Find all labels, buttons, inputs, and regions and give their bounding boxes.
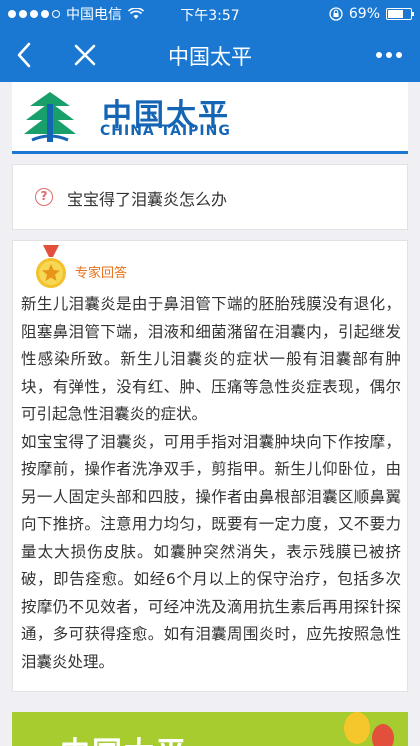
answer-card: 专家回答 新生儿泪囊炎是由于鼻泪管下端的胚胎残膜没有退化，阻塞鼻泪管下端，泪液和…	[12, 240, 408, 692]
logo-header: 中国太平 CHINA TAIPING	[12, 82, 408, 154]
battery-percent: 69%	[348, 6, 380, 22]
status-bar: 中国电信 下午3:57 69%	[0, 0, 420, 28]
banner-text: 中国太平	[60, 728, 188, 746]
balloon-icon	[372, 724, 394, 746]
expert-answer-label: 专家回答	[75, 266, 128, 281]
question-icon: ?	[35, 188, 53, 206]
nav-bar: 中国太平	[0, 28, 420, 82]
balloon-icon	[344, 712, 370, 744]
more-dots-icon[interactable]	[376, 52, 402, 58]
page-title: 中国太平	[168, 45, 252, 69]
question-card: ? 宝宝得了泪囊炎怎么办	[12, 164, 408, 230]
status-right: 69%	[329, 0, 414, 28]
china-taiping-logo	[24, 92, 76, 142]
answer-body: 新生儿泪囊炎是由于鼻泪管下端的胚胎残膜没有退化，阻塞鼻泪管下端，泪液和细菌潴留在…	[21, 291, 401, 676]
battery-fill	[388, 10, 404, 18]
logo-text-en: CHINA TAIPING	[100, 123, 231, 139]
question-text: 宝宝得了泪囊炎怎么办	[67, 190, 228, 209]
answer-paragraph: 新生儿泪囊炎是由于鼻泪管下端的胚胎残膜没有退化，阻塞鼻泪管下端，泪液和细菌潴留在…	[21, 295, 401, 423]
medal-icon	[36, 245, 66, 288]
promo-banner[interactable]: 中国太平	[12, 712, 408, 746]
answer-paragraph: 如宝宝得了泪囊炎，可用手指对泪囊肿块向下作按摩，按摩前，操作者洗净双手，剪指甲。…	[21, 432, 401, 671]
battery-icon	[386, 8, 414, 20]
rotation-lock-icon	[329, 7, 343, 21]
